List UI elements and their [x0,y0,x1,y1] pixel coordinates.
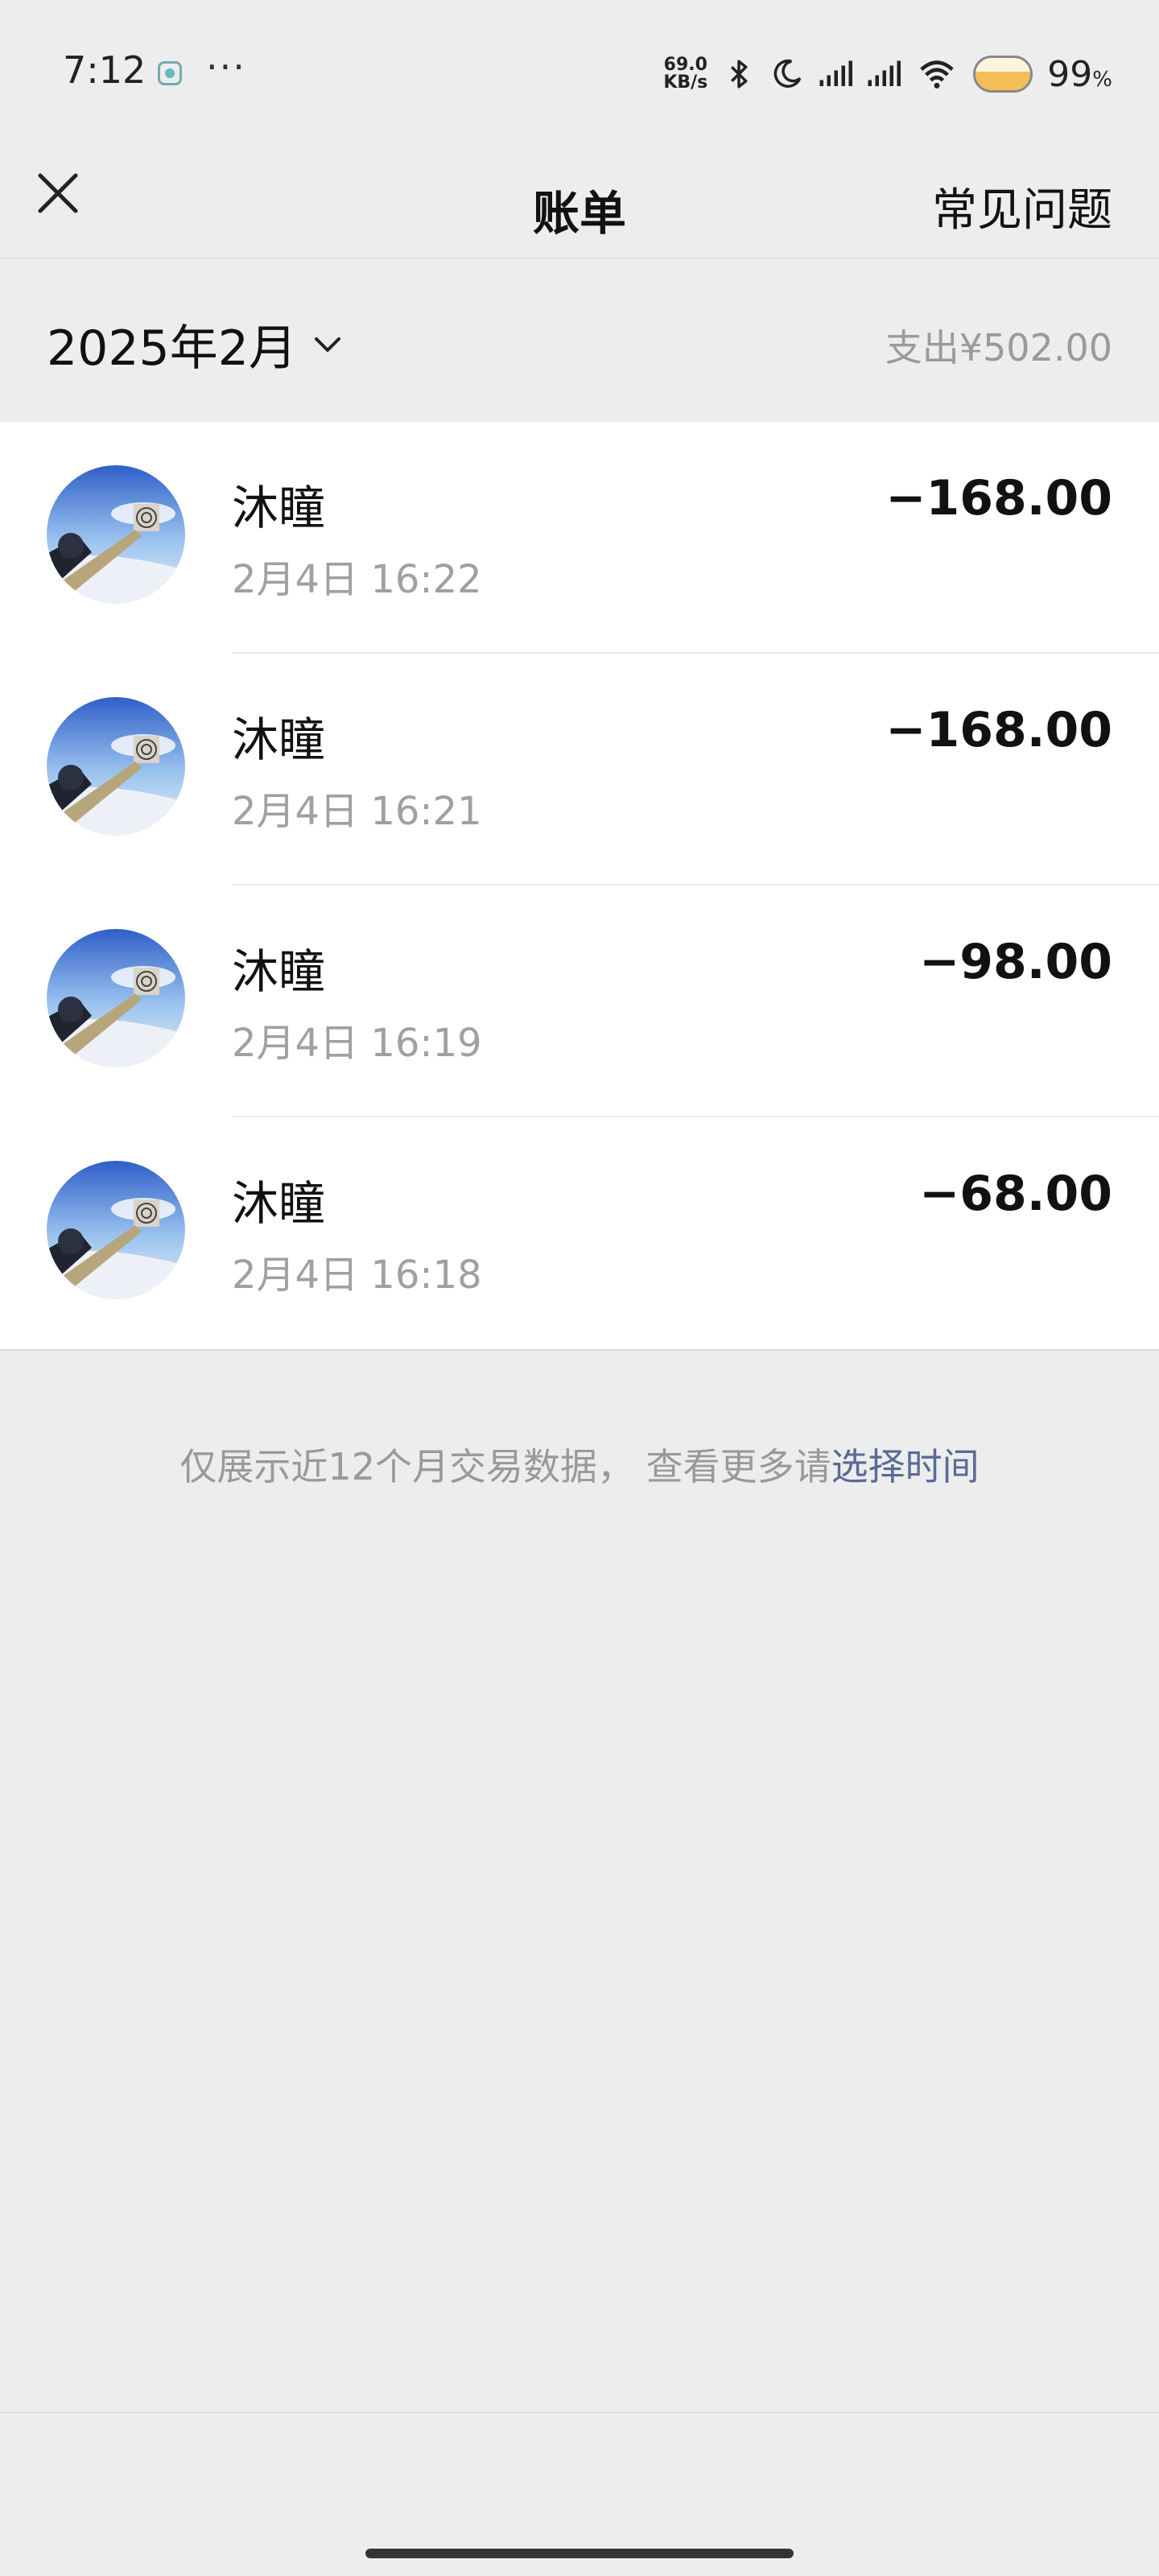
merchant-name: 沐瞳 [232,712,326,767]
merchant-name: 沐瞳 [232,1176,326,1231]
battery-level: 99% [1047,53,1112,95]
network-speed: 69.0 KB/s [663,56,707,92]
battery-icon [973,56,1033,93]
merchant-name: 沐瞳 [232,944,326,999]
moon-icon [773,59,802,88]
merchant-avatar [47,1161,185,1299]
network-speed-value: 69.0 [663,55,707,75]
app-notification-icon [158,61,182,85]
month-header: 2025年2月 支出¥502.00 [0,259,1159,420]
transaction-row[interactable]: 沐瞳 2月4日 16:18 −68.00 [0,1117,1159,1349]
merchant-name: 沐瞳 [232,481,326,535]
transaction-amount: −168.00 [885,470,1112,526]
month-expense-summary: 支出¥502.00 [885,326,1112,369]
select-time-link[interactable]: 选择时间 [831,1445,980,1488]
transaction-row[interactable]: 沐瞳 2月4日 16:21 −168.00 [0,654,1159,886]
transaction-time: 2月4日 16:22 [232,557,482,602]
transaction-amount: −68.00 [918,1166,1112,1222]
merchant-avatar [47,929,185,1067]
wifi-icon [920,60,954,89]
merchant-avatar [47,465,185,604]
network-speed-unit: KB/s [663,72,708,93]
more-notifications-icon: ··· [206,45,246,89]
merchant-avatar [47,697,185,836]
history-limit-note: 仅展示近12个月交易数据， 查看更多请选择时间 [0,1438,1159,1491]
transaction-time: 2月4日 16:21 [232,789,482,834]
month-label: 2025年2月 [47,320,297,377]
transaction-row[interactable]: 沐瞳 2月4日 16:19 −98.00 [0,886,1159,1117]
month-selector[interactable]: 2025年2月 [47,309,344,379]
transaction-time: 2月4日 16:19 [232,1021,482,1066]
status-icons: 69.0 KB/s 99% [663,50,1112,98]
nav-bar: 账单 常见问题 [0,145,1159,259]
signal-icon [819,60,853,86]
bluetooth-icon [731,60,748,89]
transaction-row[interactable]: 沐瞳 2月4日 16:22 −168.00 [0,422,1159,654]
transaction-amount: −98.00 [918,934,1112,990]
bottom-divider [0,2412,1159,2413]
transaction-time: 2月4日 16:18 [232,1253,482,1298]
chevron-down-icon [314,336,340,352]
faq-link[interactable]: 常见问题 [932,174,1112,239]
signal-icon [868,60,901,86]
transaction-list: 沐瞳 2月4日 16:22 −168.00 沐瞳 2月4日 16:21 −168… [0,422,1159,1351]
home-indicator[interactable] [365,2549,794,2558]
status-bar: 7:12 ··· 69.0 KB/s 99% [0,0,1159,145]
status-time: 7:12 [63,48,146,92]
transaction-amount: −168.00 [885,702,1112,758]
history-limit-text: 仅展示近12个月交易数据， 查看更多请 [179,1445,831,1488]
